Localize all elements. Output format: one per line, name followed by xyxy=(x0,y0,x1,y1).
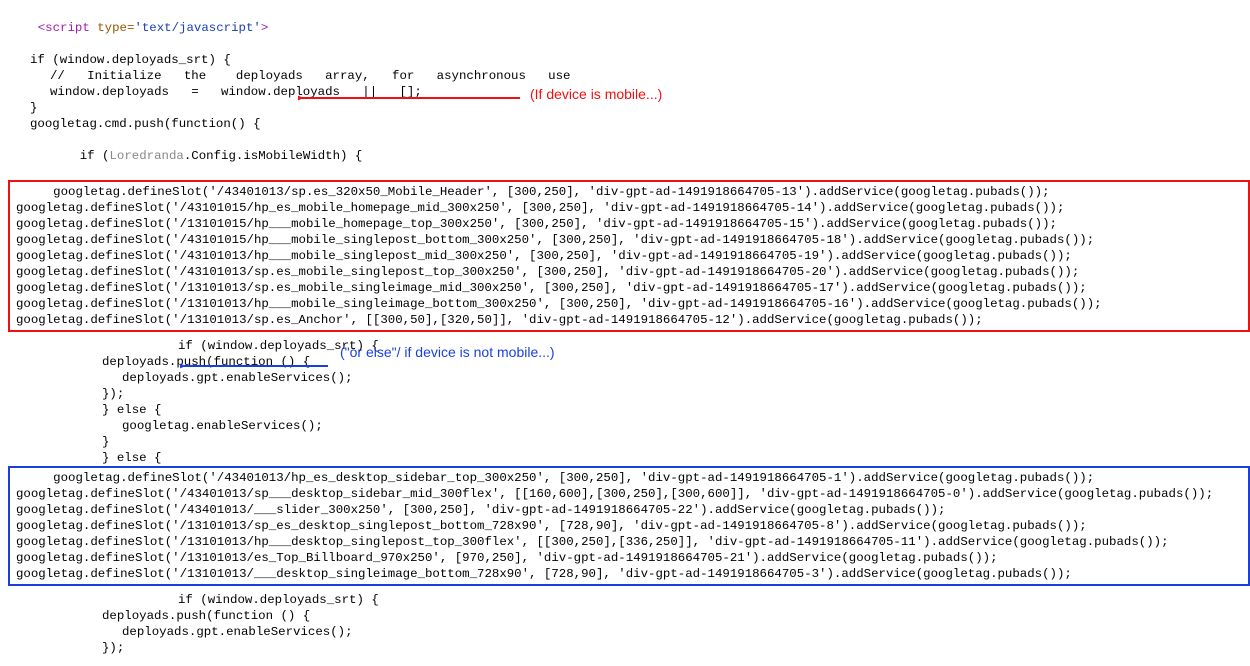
code-line: googletag.defineSlot('/43401013/sp___des… xyxy=(16,486,1246,502)
annotation-mobile: (If device is mobile...) xyxy=(530,86,662,102)
code-line: if (window.deployads_srt) { xyxy=(30,52,1250,68)
code-line: googletag.defineSlot('/13101013/hp___des… xyxy=(16,534,1246,550)
code-line: googletag.defineSlot('/43101013/hp___mob… xyxy=(16,248,1246,264)
code-line: if (window.deployads_srt) { xyxy=(178,338,1250,354)
code-line: } xyxy=(30,100,1250,116)
code-line: googletag.defineSlot('/43101015/hp___mob… xyxy=(16,232,1246,248)
script-open-tag: <script type='text/javascript'> xyxy=(8,4,1250,52)
arrow-blue-icon xyxy=(180,358,330,374)
code-line: googletag.defineSlot('/43401013/sp.es_32… xyxy=(16,184,1246,200)
code-line: googletag.defineSlot('/13101013/hp___mob… xyxy=(16,296,1246,312)
code-line: googletag.enableServices(); xyxy=(122,418,1250,434)
code-view: (If device is mobile...) ("or else"/ if … xyxy=(0,0,1250,666)
code-line: googletag.defineSlot('/13101015/hp___mob… xyxy=(16,216,1246,232)
code-line: googletag.defineSlot('/43101015/hp_es_mo… xyxy=(16,200,1246,216)
code-line: }); xyxy=(102,640,1250,656)
code-line: deployads.push(function () { xyxy=(102,608,1250,624)
code-line: } xyxy=(102,434,1250,450)
code-comment: // Initialize the deployads array, for a… xyxy=(50,68,1250,84)
annotation-desktop: ("or else"/ if device is not mobile...) xyxy=(340,344,555,360)
code-line: googletag.defineSlot('/13101013/sp.es_mo… xyxy=(16,280,1246,296)
code-line: googletag.cmd.push(function() { xyxy=(30,116,1250,132)
code-line: googletag.defineSlot('/13101013/es_Top_B… xyxy=(16,550,1246,566)
code-line: if (window.deployads_srt) { xyxy=(178,592,1250,608)
code-line-if-mobile: if (Loredranda.Config.isMobileWidth) { xyxy=(50,132,1250,180)
code-line-else: } else { xyxy=(102,450,1250,466)
mobile-defineslot-group: googletag.defineSlot('/43401013/sp.es_32… xyxy=(8,180,1250,332)
code-line: googletag.defineSlot('/13101013/___deskt… xyxy=(16,566,1246,582)
arrow-red-icon xyxy=(298,90,522,106)
desktop-defineslot-group: googletag.defineSlot('/43401013/hp_es_de… xyxy=(8,466,1250,586)
code-line: googletag.defineSlot('/43401013/hp_es_de… xyxy=(16,470,1246,486)
code-line: googletag.defineSlot('/43401013/___slide… xyxy=(16,502,1246,518)
code-line: deployads.gpt.enableServices(); xyxy=(122,624,1250,640)
code-line: }); xyxy=(102,386,1250,402)
code-line: googletag.defineSlot('/13101013/sp.es_An… xyxy=(16,312,1246,328)
code-line: googletag.defineSlot('/43101013/sp.es_mo… xyxy=(16,264,1246,280)
code-line: } else { xyxy=(102,402,1250,418)
code-line: googletag.defineSlot('/13101013/sp_es_de… xyxy=(16,518,1246,534)
